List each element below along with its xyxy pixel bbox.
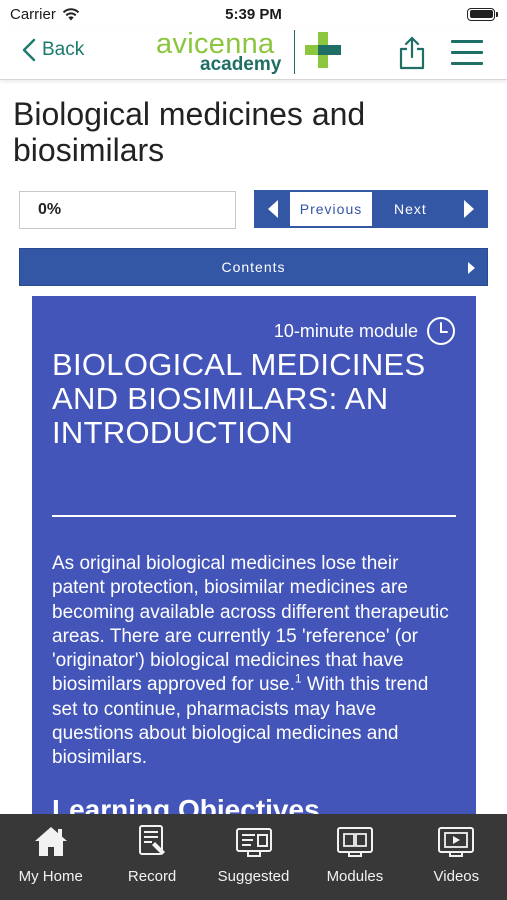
tab-videos[interactable]: Videos	[406, 814, 507, 900]
tab-modules[interactable]: Modules	[304, 814, 405, 900]
clock-icon	[427, 317, 455, 345]
next-button[interactable]: Next	[372, 192, 486, 226]
tab-my-home[interactable]: My Home	[0, 814, 101, 900]
module-intro-text: As original biological medicines lose th…	[52, 552, 456, 771]
triangle-right-icon	[464, 200, 474, 218]
battery-icon	[467, 7, 498, 21]
tab-label: Suggested	[217, 868, 290, 885]
page-title: Biological medicines and biosimilars	[13, 96, 366, 168]
suggested-icon	[235, 828, 272, 857]
pager: Previous Next	[254, 190, 488, 228]
module-duration-label: 10-minute module	[273, 320, 418, 341]
next-label: Next	[394, 201, 427, 217]
module-heading: BIOLOGICAL MEDICINES AND BIOSIMILARS: AN…	[52, 347, 426, 450]
module-card: 10-minute module BIOLOGICAL MEDICINES AN…	[32, 296, 476, 814]
triangle-right-icon	[468, 262, 475, 274]
tab-bar: My Home Record Suggested Modules Videos	[0, 814, 507, 900]
tab-label: Modules	[326, 868, 384, 885]
tab-label: My Home	[18, 868, 83, 885]
logo-cross-icon	[305, 32, 341, 68]
previous-button[interactable]: Previous	[290, 192, 372, 226]
videos-icon	[438, 827, 475, 857]
logo-subtitle: academy	[200, 54, 282, 75]
modules-icon	[336, 827, 373, 857]
tab-label: Videos	[433, 868, 480, 885]
share-icon[interactable]	[398, 36, 426, 70]
reference-superscript[interactable]: 1	[295, 672, 302, 686]
module-duration: 10-minute module	[274, 316, 456, 346]
tab-suggested[interactable]: Suggested	[203, 814, 304, 900]
status-time: 5:39 PM	[225, 5, 282, 23]
logo-divider	[294, 30, 295, 74]
progress-label: 0%	[38, 201, 62, 218]
tab-label: Record	[127, 868, 177, 885]
progress-indicator: 0%	[19, 191, 236, 229]
contents-label: Contents	[221, 259, 286, 275]
avicenna-academy-logo: avicenna academy	[156, 28, 346, 80]
divider	[52, 515, 456, 517]
status-bar: Carrier 5:39 PM	[0, 0, 507, 28]
triangle-left-icon	[268, 200, 278, 218]
nav-bar: Back avicenna academy	[0, 28, 507, 80]
learning-objectives-heading: Learning Objectives	[52, 794, 320, 814]
hamburger-menu-icon[interactable]	[451, 40, 485, 66]
record-icon	[139, 825, 166, 855]
back-button[interactable]: Back	[22, 38, 84, 62]
home-icon	[34, 827, 67, 856]
chevron-left-icon	[22, 38, 36, 62]
back-label: Back	[42, 39, 85, 60]
contents-button[interactable]: Contents	[19, 248, 488, 286]
previous-arrow-button[interactable]	[256, 192, 290, 226]
tab-record[interactable]: Record	[101, 814, 202, 900]
